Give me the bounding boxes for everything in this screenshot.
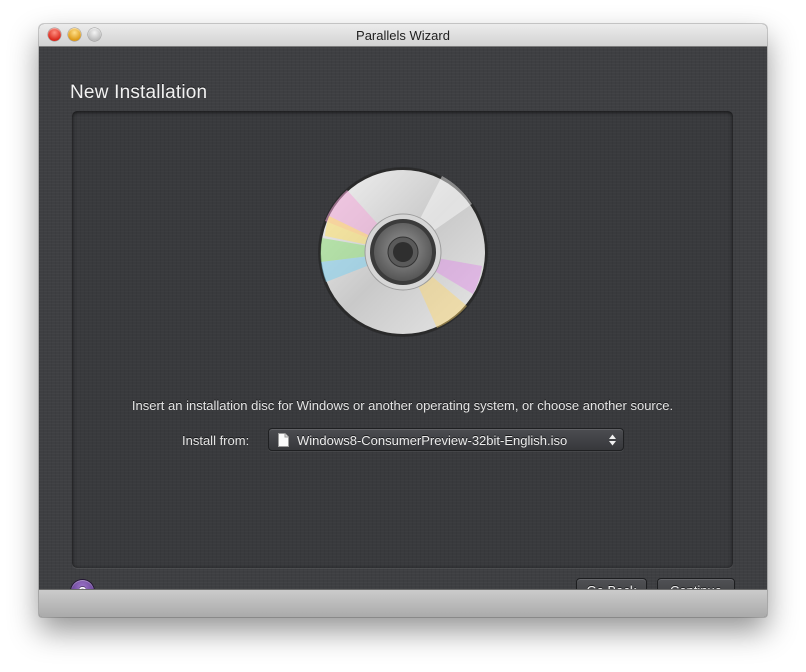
window-title: Parallels Wizard — [356, 28, 450, 43]
page-title: New Installation — [70, 82, 208, 103]
chevron-updown-icon — [609, 434, 616, 446]
install-source-value: Windows8-ConsumerPreview-32bit-English.i… — [297, 433, 568, 448]
installation-source-panel: Insert an installation disc for Windows … — [72, 111, 733, 568]
wizard-window: Parallels Wizard New Installation Insert… — [39, 24, 767, 617]
install-source-popup[interactable]: Windows8-ConsumerPreview-32bit-English.i… — [268, 428, 624, 451]
insert-disc-instructions: Insert an installation disc for Windows … — [131, 398, 674, 413]
document-icon — [278, 433, 289, 447]
window-bottom-bar — [39, 589, 767, 617]
title-bar[interactable]: Parallels Wizard — [39, 24, 767, 47]
disc-icon — [318, 167, 488, 337]
wizard-content: New Installation Insert an installation … — [39, 47, 767, 603]
install-from-label: Install from: — [182, 433, 250, 448]
